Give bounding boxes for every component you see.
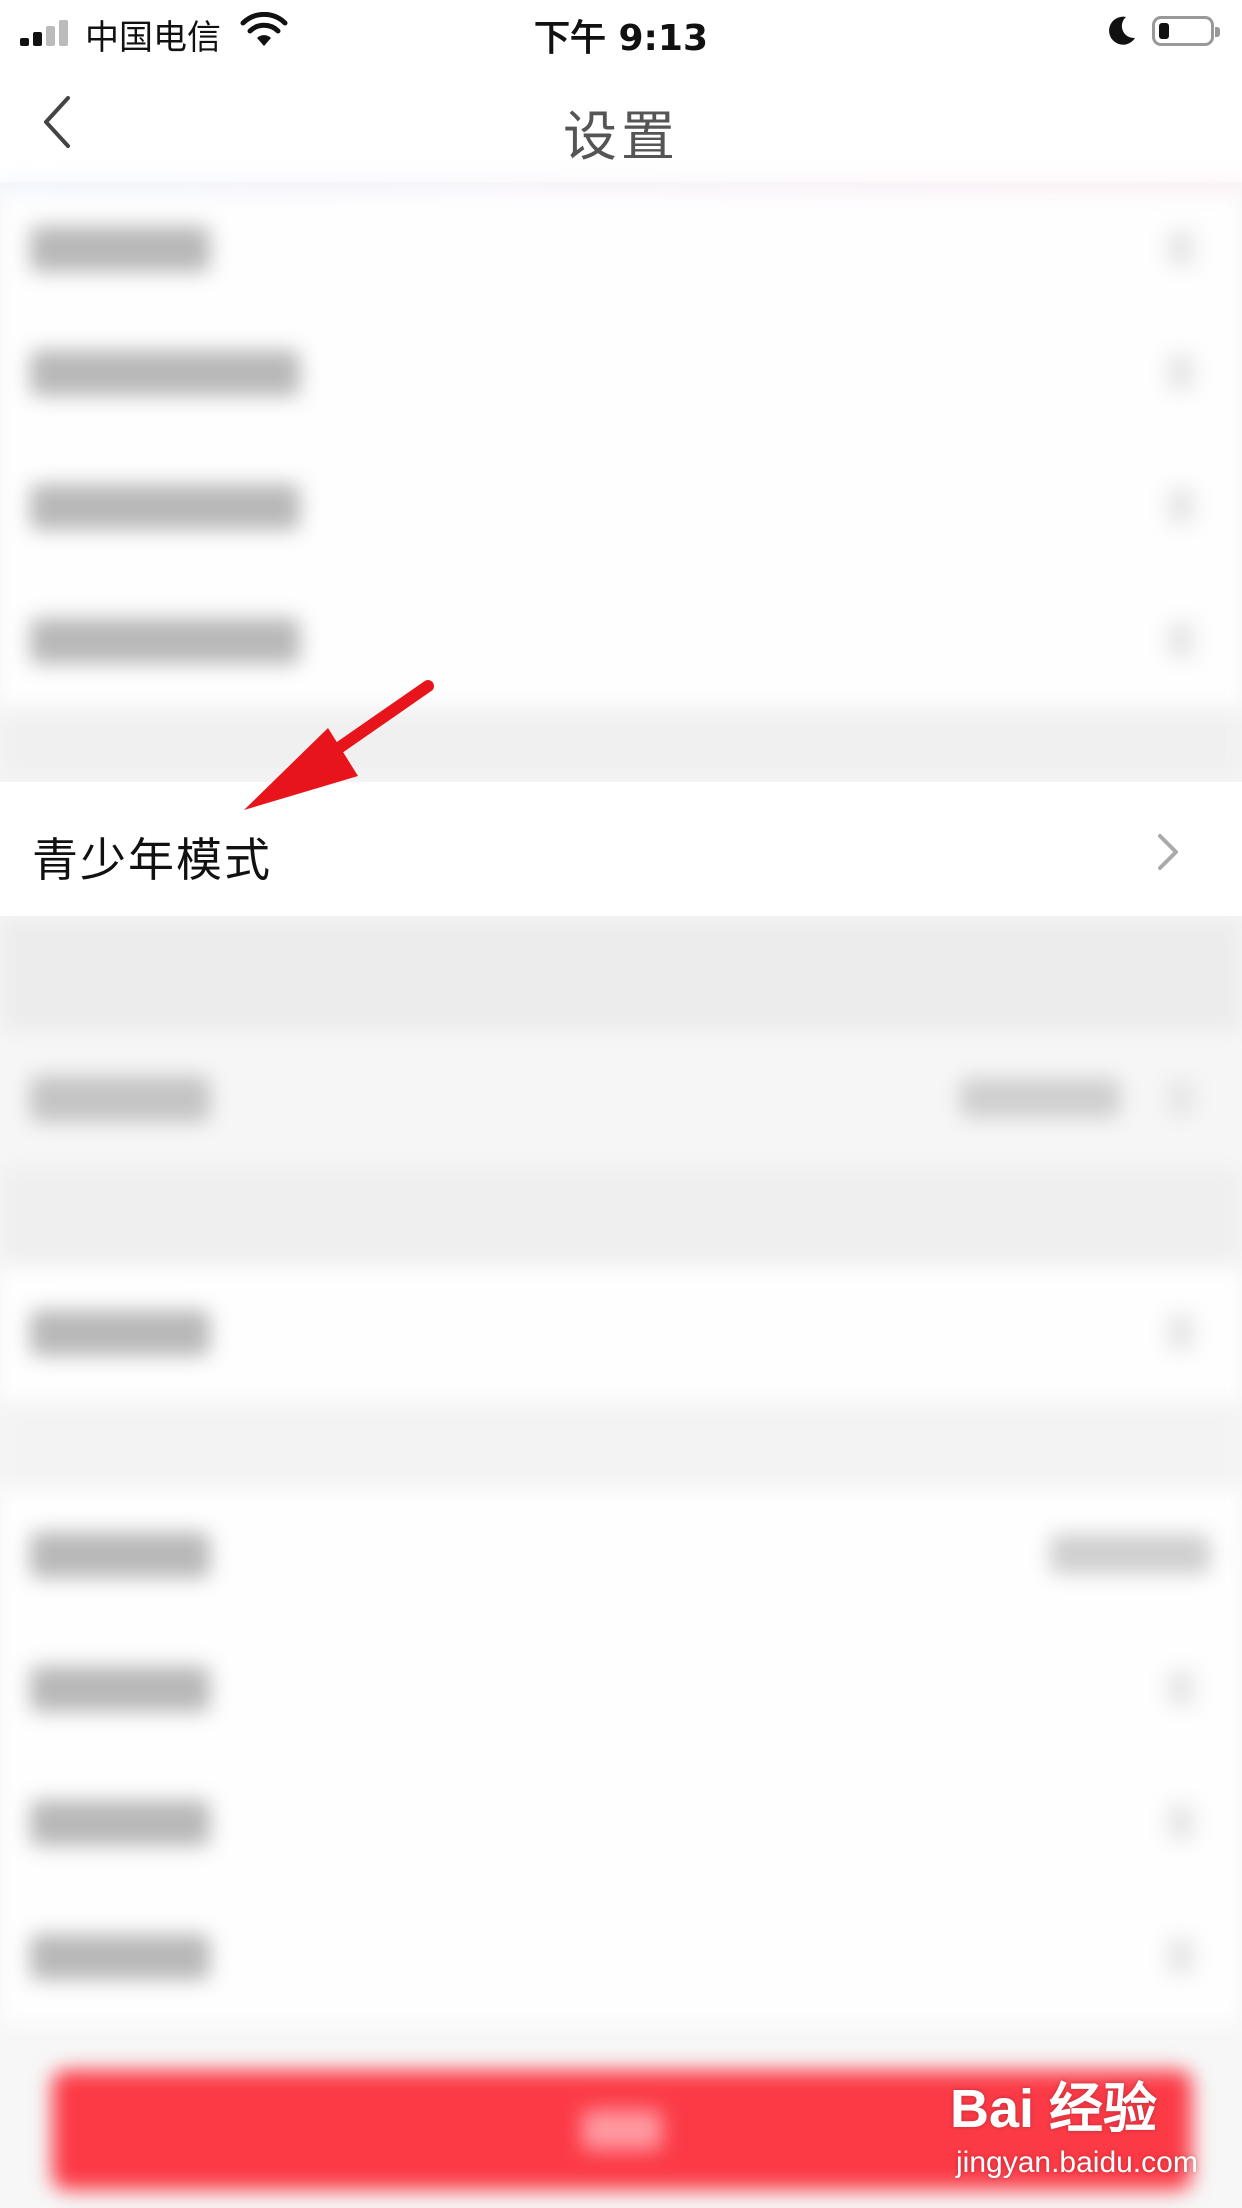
watermark-logo: Bai 经验: [950, 2079, 1158, 2139]
settings-row[interactable]: [0, 1032, 1242, 1166]
battery-icon: [1152, 16, 1220, 46]
settings-row[interactable]: [0, 1266, 1242, 1402]
chevron-right-icon: [1158, 834, 1178, 870]
navigation-bar: 设置: [0, 62, 1242, 182]
settings-row[interactable]: [0, 1622, 1242, 1756]
settings-row[interactable]: [0, 1488, 1242, 1622]
watermark-site: jingyan.baidu.com: [956, 2146, 1198, 2179]
page-title: 设置: [563, 105, 679, 168]
blurred-settings-list: [0, 182, 1242, 2208]
teen-mode-label: 青少年模式: [32, 833, 272, 887]
status-bar: 中国电信 下午 9:13: [0, 0, 1242, 62]
settings-row[interactable]: [0, 192, 1242, 306]
status-time: 下午 9:13: [533, 18, 709, 59]
settings-row[interactable]: [0, 1756, 1242, 1890]
watermark: Bai 经验 jingyan.baidu.com: [950, 2064, 1198, 2194]
settings-row[interactable]: [0, 440, 1242, 574]
moon-icon: [1109, 16, 1135, 45]
settings-row[interactable]: [0, 574, 1242, 708]
red-arrow-icon: [244, 680, 434, 810]
settings-row-teen-mode[interactable]: 青少年模式: [0, 782, 1242, 916]
settings-row[interactable]: [0, 1890, 1242, 2024]
settings-row[interactable]: [0, 306, 1242, 440]
